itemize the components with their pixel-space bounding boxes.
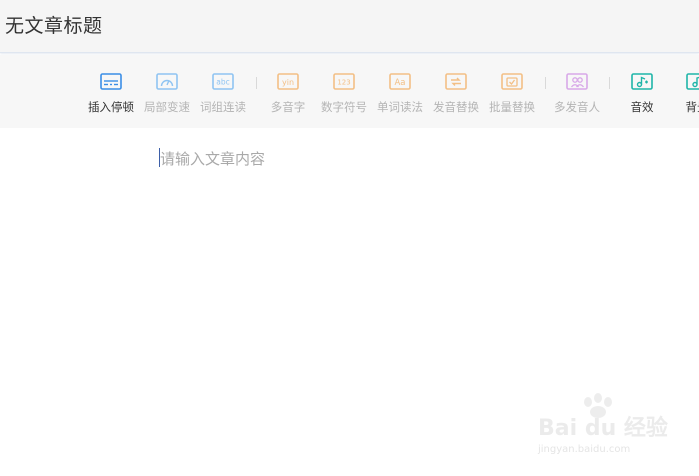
- batch-replace-button[interactable]: 批量替换: [483, 71, 541, 115]
- phrase-linking-button[interactable]: abc 词组连读: [194, 71, 252, 115]
- multi-speaker-icon: [566, 73, 588, 90]
- insert-pause-button[interactable]: 插入停顿: [82, 71, 140, 115]
- speedometer-icon: [156, 73, 178, 90]
- toolbar-divider: [545, 77, 546, 89]
- svg-text:Aa: Aa: [394, 78, 405, 88]
- tool-label: 背景: [685, 100, 699, 114]
- tool-label: 批量替换: [489, 100, 535, 114]
- background-music-icon: [686, 73, 699, 90]
- word-reading-button[interactable]: Aa 单词读法: [371, 71, 429, 115]
- tool-label: 数字符号: [321, 100, 367, 114]
- yin-icon: yin: [277, 73, 299, 90]
- sound-effect-icon: [631, 73, 653, 90]
- aa-icon: Aa: [389, 73, 411, 90]
- sound-effect-button[interactable]: 音效: [613, 71, 671, 115]
- tool-label: 发音替换: [433, 100, 479, 114]
- number-123-icon: 123: [333, 73, 355, 90]
- pronunciation-replace-button[interactable]: 发音替换: [427, 71, 485, 115]
- svg-text:123: 123: [337, 79, 350, 87]
- batch-replace-icon: [501, 73, 523, 90]
- tool-label: 词组连读: [200, 100, 246, 114]
- baidu-jingyan-watermark: Bai du 经验 jingyan.baidu.com: [534, 392, 668, 464]
- local-speed-button[interactable]: 局部变速: [138, 71, 196, 115]
- watermark-brand: Bai du 经验: [538, 416, 668, 441]
- document-title[interactable]: 无文章标题: [5, 11, 103, 38]
- toolbar-divider: [609, 77, 610, 89]
- tool-label: 局部变速: [144, 100, 190, 114]
- tool-label: 插入停顿: [88, 100, 134, 114]
- polyphone-button[interactable]: yin 多音字: [259, 71, 317, 115]
- tool-label: 多发音人: [554, 100, 600, 114]
- svg-text:abc: abc: [216, 78, 229, 87]
- abc-icon: abc: [212, 73, 234, 90]
- toolbar: 插入停顿 局部变速 abc 词组连读 yin 多音字 123 数字符号 Aa 单…: [0, 55, 699, 128]
- multi-speaker-button[interactable]: 多发音人: [548, 71, 606, 115]
- watermark-url: jingyan.baidu.com: [538, 444, 631, 455]
- tool-label: 音效: [630, 100, 654, 114]
- svg-text:yin: yin: [282, 78, 294, 87]
- background-music-button[interactable]: 背景: [668, 71, 699, 115]
- replace-icon: [445, 73, 467, 90]
- editor-page: 无文章标题 插入停顿 局部变速 abc 词组连读 yin 多音字 123 数字符…: [0, 0, 699, 476]
- content-placeholder: 请输入文章内容: [160, 150, 266, 168]
- pause-insert-icon: [100, 73, 122, 90]
- tool-label: 多音字: [270, 100, 306, 114]
- title-bar: 无文章标题: [0, 0, 699, 53]
- toolbar-divider: [256, 77, 257, 89]
- tool-label: 单词读法: [377, 100, 423, 114]
- number-symbol-button[interactable]: 123 数字符号: [315, 71, 373, 115]
